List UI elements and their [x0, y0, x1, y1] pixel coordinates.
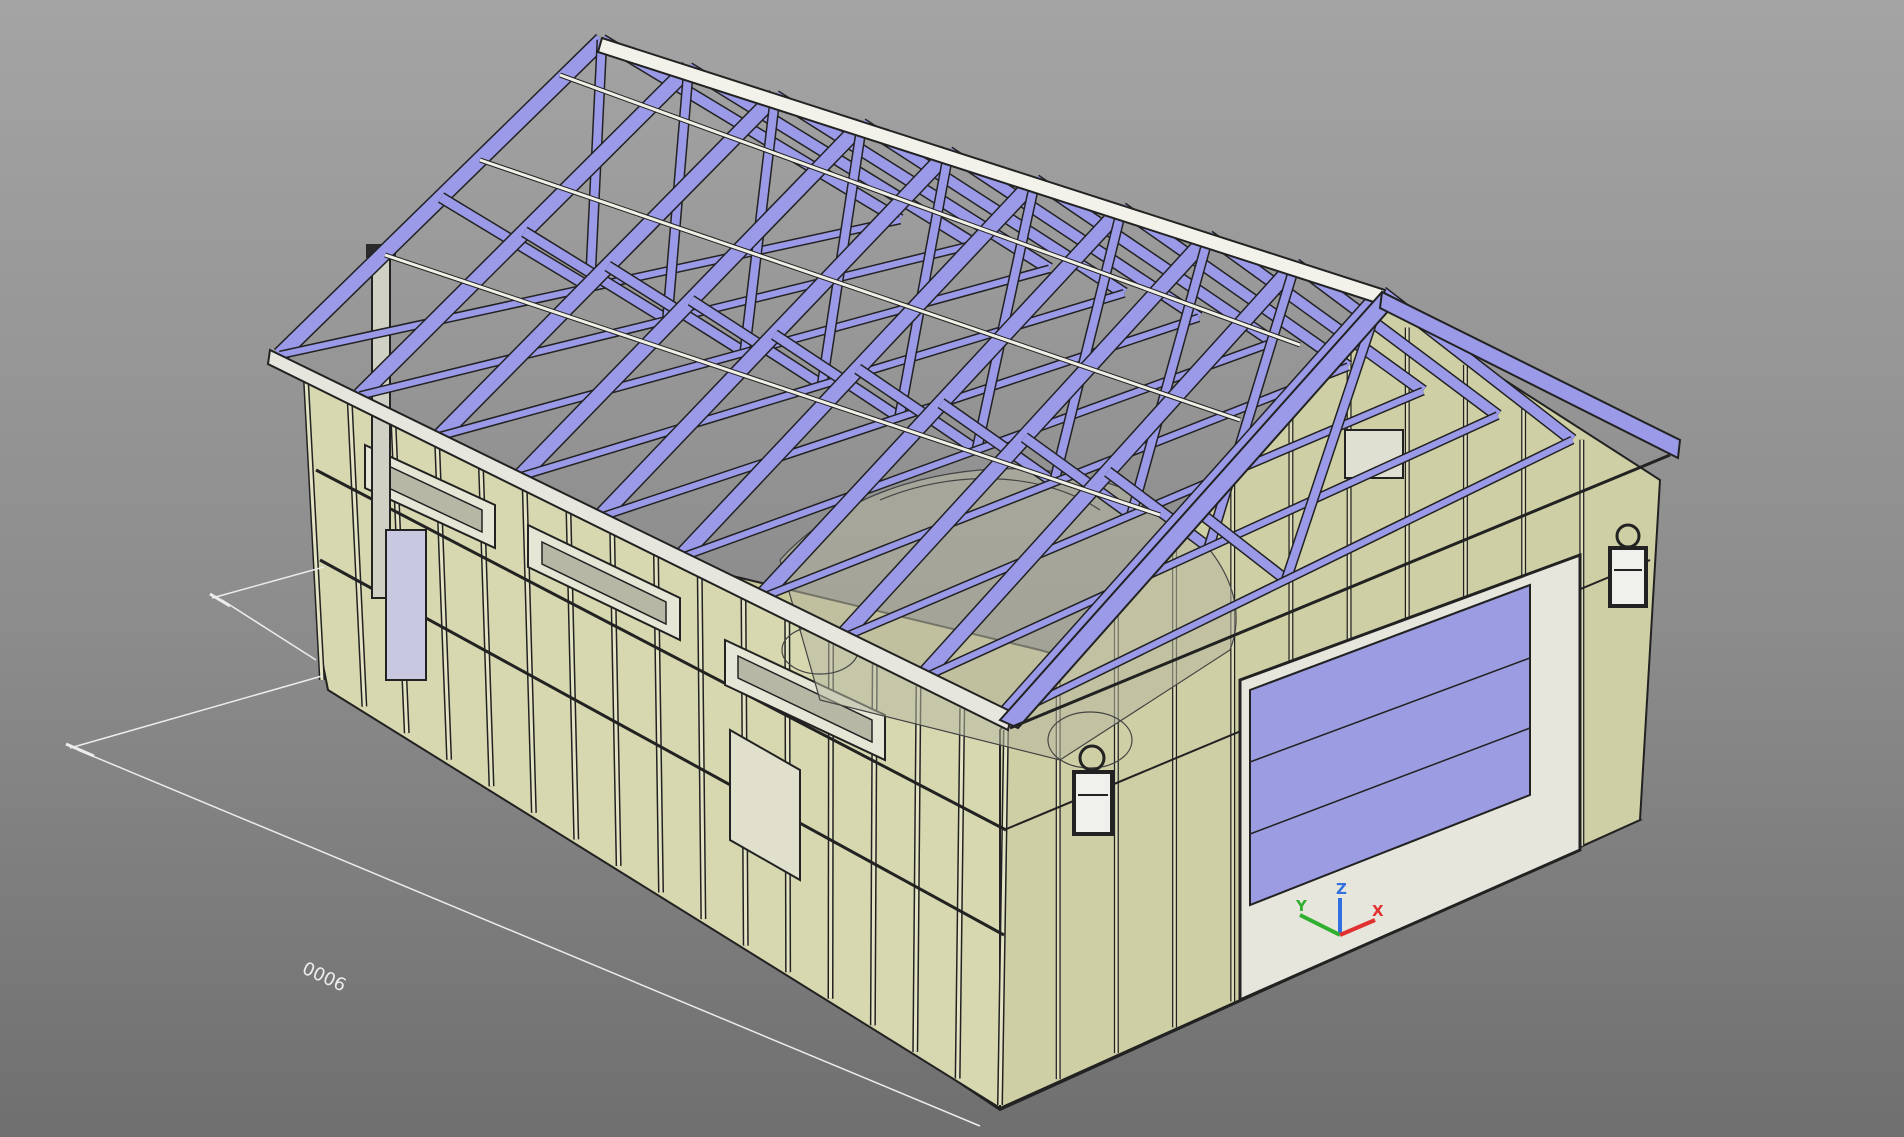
ucs-z-label: Z	[1336, 880, 1347, 898]
garage-frame-model[interactable]: 9000 Z Y X	[0, 0, 1904, 1137]
dimension-value: 9000	[300, 956, 350, 994]
ucs-x-label: X	[1372, 902, 1384, 920]
ucs-y-label: Y	[1295, 897, 1308, 915]
cad-3d-viewport[interactable]: 9000 Z Y X	[0, 0, 1904, 1137]
